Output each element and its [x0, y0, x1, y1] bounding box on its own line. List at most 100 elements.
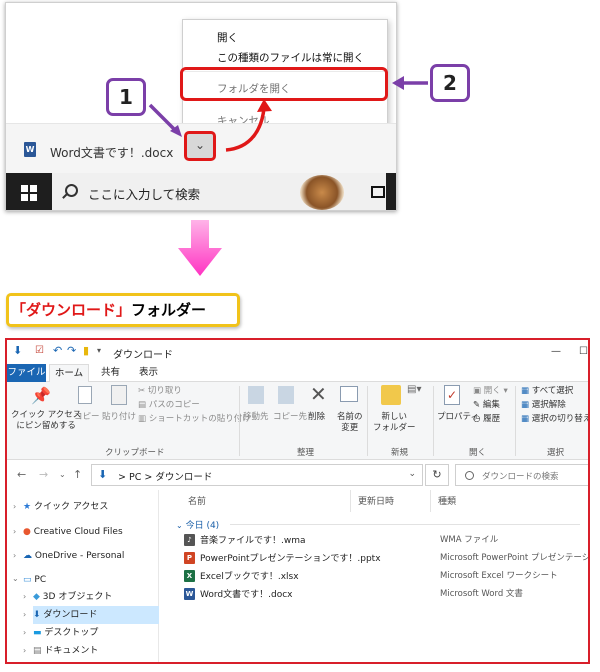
- download-arrow-icon: ⬇: [13, 344, 23, 357]
- nav-desktop[interactable]: ▬ デスクトップ: [33, 624, 157, 642]
- nav-downloads[interactable]: ⬇ ダウンロード: [33, 606, 159, 624]
- maximize-icon[interactable]: ☐: [579, 346, 588, 357]
- select-all-button[interactable]: ▦ すべて選択: [521, 386, 573, 397]
- explorer-search-box[interactable]: ダウンロードの検索: [455, 464, 588, 486]
- chevron-right-icon[interactable]: ›: [23, 646, 26, 655]
- up-arrow-icon[interactable]: ↑: [73, 468, 82, 481]
- move-to-button[interactable]: 移動先: [243, 412, 269, 423]
- column-header-name[interactable]: 名前: [188, 494, 206, 507]
- pin-label-line1: クイック アクセス: [11, 410, 82, 420]
- file-type: Microsoft PowerPoint プレゼンテーション: [440, 553, 590, 563]
- paste-shortcut-button[interactable]: ▥ ショートカットの貼り付け: [138, 414, 251, 425]
- back-arrow-icon[interactable]: ←: [17, 468, 26, 481]
- copy-button[interactable]: コピー: [74, 412, 100, 423]
- tab-home[interactable]: ホーム: [49, 364, 89, 382]
- new-item-icon[interactable]: ▤▾: [407, 384, 421, 395]
- pin-quick-access-button[interactable]: クイック アクセス にピン留めする: [11, 410, 81, 432]
- history-label: 履歴: [483, 414, 501, 424]
- breadcrumb-downloads[interactable]: ダウンロード: [155, 472, 212, 483]
- nav-label: OneDrive - Personal: [34, 551, 125, 561]
- excel-file-icon: X: [184, 570, 195, 582]
- minimize-icon[interactable]: —: [551, 346, 561, 357]
- powerpoint-file-icon: P: [184, 552, 195, 564]
- edit-label: 編集: [482, 400, 500, 410]
- group-open-label: 開く: [469, 448, 487, 458]
- nav-onedrive[interactable]: ☁ OneDrive - Personal: [23, 547, 157, 565]
- nav-documents[interactable]: ▤ ドキュメント: [33, 642, 157, 660]
- forward-arrow-icon[interactable]: →: [39, 468, 48, 481]
- pin-label-line2: にピン留めする: [16, 421, 76, 431]
- label-suffix: フォルダー: [131, 301, 207, 319]
- select-all-label: すべて選択: [531, 386, 574, 396]
- ribbon-separator: [239, 386, 240, 456]
- label-open-bracket: 「: [11, 301, 27, 319]
- file-explorer-window: ⬇ ☑ ↶ ↷ ▮ ▾ ダウンロード — ☐ ファイル ホーム 共有 表示 📌 …: [5, 338, 590, 664]
- chevron-right-icon[interactable]: ›: [23, 592, 26, 601]
- copy-path-button[interactable]: ▤ パスのコピー: [138, 400, 200, 411]
- file-name: Excelブックです！.xlsx: [200, 572, 299, 582]
- table-row[interactable]: X Excelブックです！.xlsx Microsoft Excel ワークシー…: [172, 568, 588, 584]
- copy-to-button[interactable]: コピー先: [273, 412, 307, 423]
- nav-3d-objects[interactable]: ◆ 3D オブジェクト: [33, 588, 157, 606]
- invert-selection-button[interactable]: ▦ 選択の切り替え: [521, 414, 590, 425]
- invert-selection-label: 選択の切り替え: [531, 414, 590, 424]
- nav-creative-cloud[interactable]: ● Creative Cloud Files: [23, 523, 157, 541]
- chevron-right-icon[interactable]: ›: [13, 527, 16, 536]
- new-folder-button[interactable]: 新しい フォルダー: [373, 412, 416, 434]
- paste-button[interactable]: 貼り付け: [102, 412, 136, 423]
- breadcrumb-sep: >: [118, 472, 126, 483]
- breadcrumb-pc[interactable]: PC: [129, 472, 141, 483]
- column-header-modified[interactable]: 更新日時: [358, 494, 394, 507]
- search-icon: [465, 471, 474, 480]
- address-bar[interactable]: ⬇ > PC > ダウンロード ⌄: [91, 464, 423, 486]
- chevron-down-icon[interactable]: ⌄: [12, 574, 19, 583]
- delete-button[interactable]: 削除: [308, 412, 325, 423]
- table-row[interactable]: W Word文書です！.docx Microsoft Word 文書: [172, 586, 588, 602]
- group-header-today[interactable]: ⌄ 今日 (4): [176, 518, 219, 531]
- table-row[interactable]: ♪ 音楽ファイルです！.wma WMA ファイル: [172, 532, 588, 548]
- column-header-type[interactable]: 種類: [438, 494, 456, 507]
- group-new-label: 新規: [391, 448, 409, 458]
- tab-file[interactable]: ファイル: [7, 364, 46, 382]
- pin-icon: 📌: [31, 386, 51, 405]
- redo-icon[interactable]: ↷: [67, 345, 78, 356]
- properties-check-icon[interactable]: ☑: [35, 345, 46, 356]
- properties-icon: ✓: [444, 385, 460, 405]
- delete-icon: ✕: [310, 382, 327, 406]
- group-divider: [230, 524, 580, 525]
- ribbon-separator: [367, 386, 368, 456]
- label-close-bracket: 」: [116, 301, 132, 319]
- tab-share[interactable]: 共有: [101, 364, 120, 382]
- ribbon-separator: [433, 386, 434, 456]
- history-button[interactable]: ◷ 履歴: [473, 414, 500, 425]
- downloads-folder-label: 「ダウンロード」フォルダー: [6, 293, 240, 327]
- table-row[interactable]: P PowerPointプレゼンテーションです！.pptx Microsoft …: [172, 550, 590, 566]
- tab-view[interactable]: 表示: [139, 364, 158, 382]
- new-folder-line1: 新しい: [381, 412, 408, 422]
- window-title: ダウンロード: [113, 350, 173, 361]
- callout-badge-2: 2: [430, 64, 470, 102]
- rename-button[interactable]: 名前の 変更: [337, 412, 363, 434]
- cut-button[interactable]: ✂ 切り取り: [138, 386, 182, 397]
- chevron-right-icon[interactable]: ›: [13, 502, 16, 511]
- nav-quick-access[interactable]: ★ クイック アクセス: [23, 498, 157, 516]
- callout-2-arrowhead: [392, 76, 404, 90]
- chevron-right-icon[interactable]: ›: [23, 610, 26, 619]
- new-folder-line2: フォルダー: [373, 423, 416, 433]
- nav-pc[interactable]: ▭ PC: [23, 571, 157, 589]
- recent-dropdown-icon[interactable]: ⌄: [59, 470, 66, 479]
- customize-dropdown-icon[interactable]: ▾: [97, 345, 108, 356]
- open-button[interactable]: ▣ 開く ▾: [473, 386, 508, 397]
- select-none-button[interactable]: ▦ 選択解除: [521, 400, 566, 411]
- undo-icon[interactable]: ↶: [53, 345, 64, 356]
- ribbon: 📌 クイック アクセス にピン留めする コピー 貼り付け ✂ 切り取り ▤ パス…: [7, 382, 588, 460]
- file-type: Microsoft Word 文書: [440, 589, 523, 599]
- chevron-right-icon[interactable]: ›: [23, 628, 26, 637]
- annotation-arrows: [148, 76, 428, 152]
- explorer-search-placeholder: ダウンロードの検索: [482, 472, 559, 482]
- address-dropdown-icon[interactable]: ⌄: [408, 469, 416, 479]
- chevron-right-icon[interactable]: ›: [13, 551, 16, 560]
- refresh-icon[interactable]: ↻: [425, 464, 449, 486]
- group-clipboard-label: クリップボード: [105, 448, 165, 458]
- edit-button[interactable]: ✎ 編集: [473, 400, 500, 411]
